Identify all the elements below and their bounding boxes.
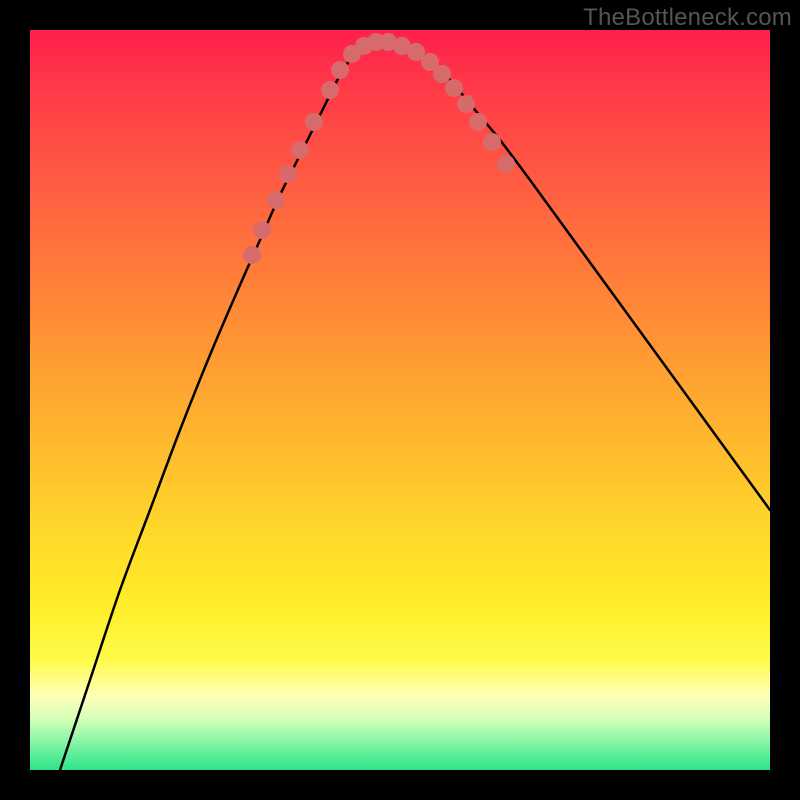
plot-area [30,30,770,770]
marker-dot [291,141,309,159]
marker-dot [243,246,261,264]
marker-dot [483,133,501,151]
marker-dot [305,113,323,131]
watermark-text: TheBottleneck.com [583,4,792,32]
marker-dot [497,155,515,173]
bottleneck-curve [60,42,770,770]
marker-dot [457,95,475,113]
chart-frame: TheBottleneck.com [0,0,800,800]
marker-dot [445,79,463,97]
marker-dot [433,65,451,83]
marker-dot [331,61,349,79]
marker-dot [267,191,285,209]
marker-dot [279,165,297,183]
highlight-markers [243,33,515,264]
curve-svg [30,30,770,770]
marker-dot [469,113,487,131]
marker-dot [321,81,339,99]
marker-dot [253,221,271,239]
